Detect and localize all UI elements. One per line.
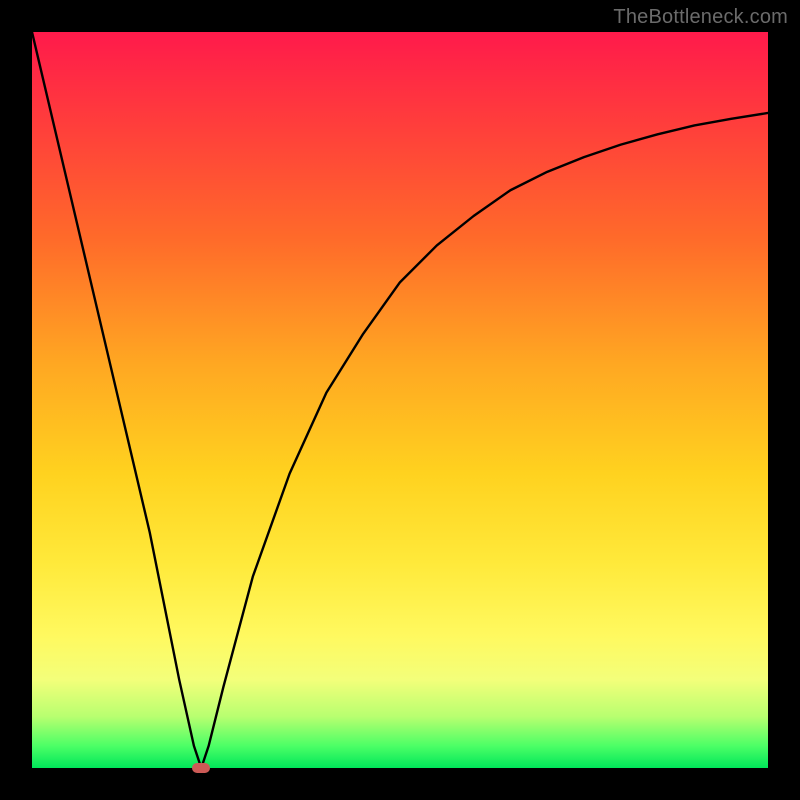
min-marker <box>192 763 210 773</box>
bottleneck-curve <box>32 32 768 768</box>
chart-stage: TheBottleneck.com <box>0 0 800 800</box>
watermark-text: TheBottleneck.com <box>613 6 788 29</box>
plot-area <box>32 32 768 768</box>
